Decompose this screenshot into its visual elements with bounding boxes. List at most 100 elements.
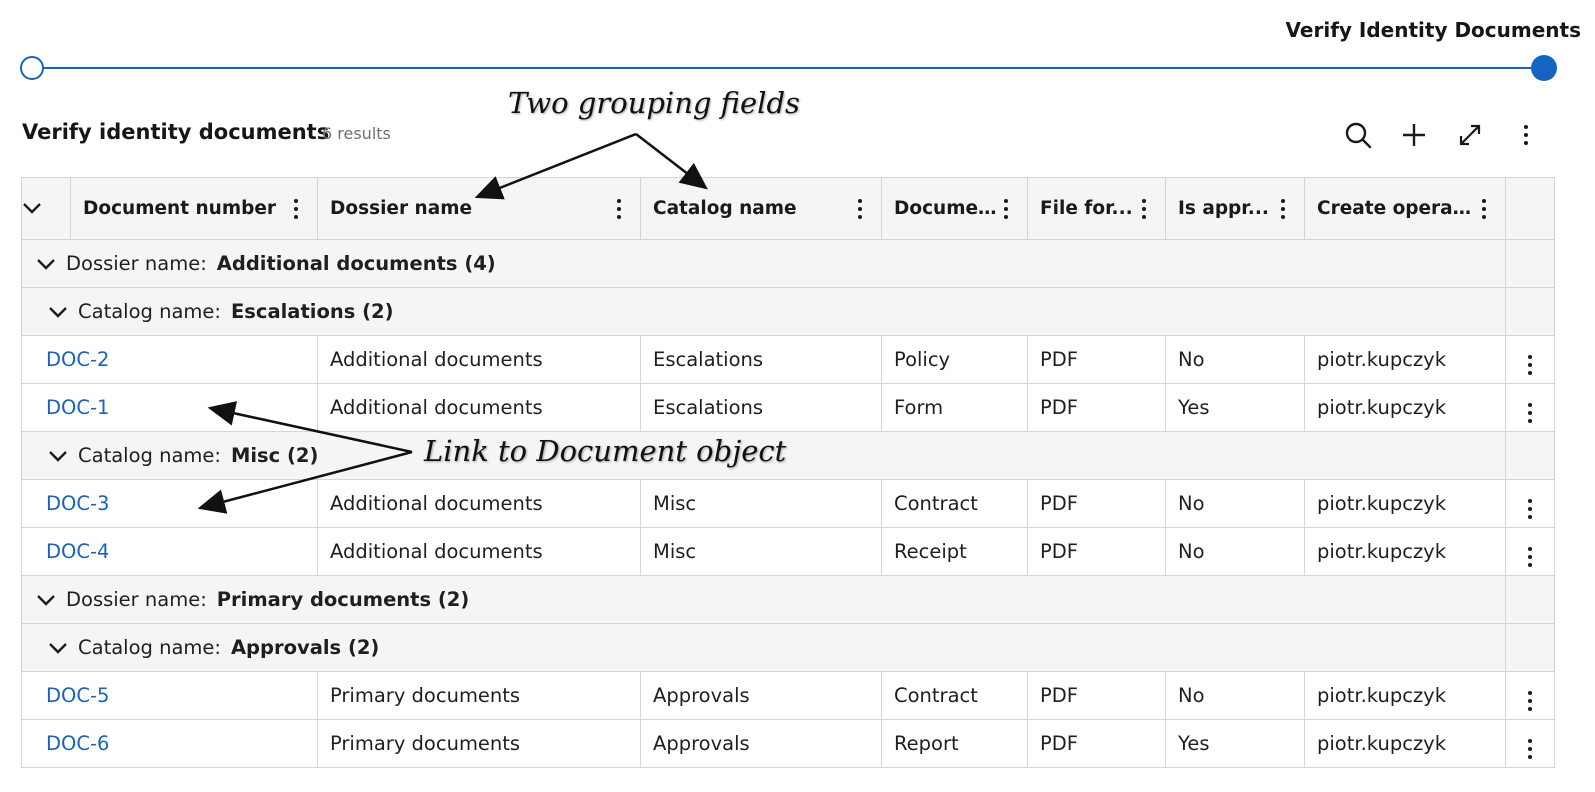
row-actions-button[interactable] — [1505, 335, 1555, 384]
cell-file-format: PDF — [1027, 527, 1166, 576]
row-actions-button[interactable] — [1505, 527, 1555, 576]
cell-dossier-name: Additional documents — [317, 335, 641, 384]
column-menu-icon[interactable] — [610, 195, 628, 223]
column-label: Is appr... — [1178, 198, 1269, 219]
table-row[interactable]: DOC-3 Additional documents Misc Contract PDF… — [21, 479, 1555, 528]
column-header-file-format[interactable]: File for... — [1027, 177, 1166, 240]
cell-document-type: Contract — [881, 671, 1028, 720]
cell-create-operator: piotr.kupczyk — [1304, 719, 1506, 768]
cell-document-type: Form — [881, 383, 1028, 432]
expand-button[interactable] — [1450, 115, 1490, 155]
document-link[interactable]: DOC-4 — [34, 540, 109, 563]
cell-file-format: PDF — [1027, 671, 1166, 720]
cell-document-type: Report — [881, 719, 1028, 768]
cell-document-type: Contract — [881, 479, 1028, 528]
document-link[interactable]: DOC-5 — [34, 684, 109, 707]
table-row[interactable]: DOC-5 Primary documents Approvals Contract P… — [21, 671, 1555, 720]
group-row-spacer — [1505, 431, 1555, 480]
cell-file-format: PDF — [1027, 479, 1166, 528]
group-label: Dossier name: — [66, 252, 207, 275]
group-row-dossier[interactable]: Dossier name: Primary documents (2) — [21, 575, 1555, 624]
column-header-create-operator[interactable]: Create operat... — [1304, 177, 1506, 240]
column-menu-icon[interactable] — [851, 195, 869, 223]
add-button[interactable] — [1394, 115, 1434, 155]
group-row-catalog[interactable]: Catalog name: Approvals (2) — [21, 623, 1555, 672]
cell-create-operator: piotr.kupczyk — [1304, 671, 1506, 720]
document-link[interactable]: DOC-1 — [34, 396, 109, 419]
column-menu-icon[interactable] — [1135, 195, 1153, 223]
result-count: 6 results — [322, 124, 391, 143]
group-value: Misc (2) — [230, 444, 319, 467]
group-label: Catalog name: — [78, 444, 221, 467]
column-header-dossier-name[interactable]: Dossier name — [317, 177, 641, 240]
table-row[interactable]: DOC-6 Primary documents Approvals Report PDF… — [21, 719, 1555, 768]
group-row-catalog[interactable]: Catalog name: Misc (2) — [21, 431, 1555, 480]
column-header-catalog-name[interactable]: Catalog name — [640, 177, 882, 240]
document-link[interactable]: DOC-6 — [34, 732, 109, 755]
group-row-spacer — [1505, 623, 1555, 672]
group-toggle[interactable] — [36, 252, 56, 275]
cell-is-approved: No — [1165, 527, 1305, 576]
more-options-button[interactable] — [1506, 115, 1546, 155]
grid-toolbar — [1338, 115, 1546, 155]
column-header-is-approved[interactable]: Is appr... — [1165, 177, 1305, 240]
column-menu-icon[interactable] — [997, 195, 1015, 223]
row-actions-button[interactable] — [1505, 719, 1555, 768]
group-toggle[interactable] — [36, 588, 56, 611]
cell-file-format: PDF — [1027, 383, 1166, 432]
group-toggle[interactable] — [48, 300, 68, 323]
document-link[interactable]: DOC-2 — [34, 348, 109, 371]
chevron-down-icon — [23, 203, 41, 214]
column-label: Create operat... — [1317, 198, 1476, 219]
more-vertical-icon — [1521, 543, 1539, 571]
group-toggle[interactable] — [48, 444, 68, 467]
expand-icon — [1459, 124, 1481, 146]
column-label: Catalog name — [653, 198, 797, 219]
column-menu-icon[interactable] — [1274, 195, 1292, 223]
header-row: Document number Dossier name Catalog nam… — [21, 177, 1555, 240]
group-row-spacer — [1505, 287, 1555, 336]
table-row[interactable]: DOC-2 Additional documents Escalations Poli… — [21, 335, 1555, 384]
group-value: Escalations (2) — [230, 300, 394, 323]
progress-track — [32, 67, 1544, 69]
group-row-spacer — [1505, 575, 1555, 624]
row-actions-button[interactable] — [1505, 383, 1555, 432]
cell-catalog-name: Approvals — [640, 719, 882, 768]
step-title: Verify Identity Documents — [1285, 18, 1581, 42]
table-row[interactable]: DOC-4 Additional documents Misc Receipt PDF N… — [21, 527, 1555, 576]
document-link[interactable]: DOC-3 — [34, 492, 109, 515]
group-row-spacer — [1505, 239, 1555, 288]
cell-catalog-name: Approvals — [640, 671, 882, 720]
cell-dossier-name: Additional documents — [317, 527, 641, 576]
chevron-down-icon — [37, 259, 55, 270]
row-actions-button[interactable] — [1505, 479, 1555, 528]
cell-is-approved: Yes — [1165, 383, 1305, 432]
group-value: Primary documents (2) — [216, 588, 470, 611]
plus-icon — [1403, 124, 1425, 146]
cell-create-operator: piotr.kupczyk — [1304, 335, 1506, 384]
step-current-marker[interactable] — [1531, 55, 1557, 81]
group-row-dossier[interactable]: Dossier name: Additional documents (4) — [21, 239, 1555, 288]
table-row[interactable]: DOC-1 Additional documents Escalations Form… — [21, 383, 1555, 432]
column-menu-icon[interactable] — [287, 195, 305, 223]
group-label: Dossier name: — [66, 588, 207, 611]
column-menu-icon[interactable] — [1476, 195, 1493, 223]
search-button[interactable] — [1338, 115, 1378, 155]
chevron-down-icon — [49, 643, 67, 654]
column-header-document-number[interactable]: Document number — [70, 177, 318, 240]
step-start-marker[interactable] — [20, 56, 44, 80]
cell-is-approved: No — [1165, 671, 1305, 720]
group-toggle[interactable] — [48, 636, 68, 659]
cell-catalog-name: Escalations — [640, 383, 882, 432]
row-actions-button[interactable] — [1505, 671, 1555, 720]
column-label: File for... — [1040, 198, 1133, 219]
collapse-all-toggle[interactable] — [21, 177, 71, 240]
more-vertical-icon — [1521, 735, 1539, 763]
column-header-document-type[interactable]: Docume... — [881, 177, 1028, 240]
more-vertical-icon — [1521, 495, 1539, 523]
group-row-catalog[interactable]: Catalog name: Escalations (2) — [21, 287, 1555, 336]
cell-dossier-name: Additional documents — [317, 479, 641, 528]
annotation-grouping: Two grouping fields — [508, 86, 800, 120]
group-label: Catalog name: — [78, 636, 221, 659]
cell-create-operator: piotr.kupczyk — [1304, 383, 1506, 432]
